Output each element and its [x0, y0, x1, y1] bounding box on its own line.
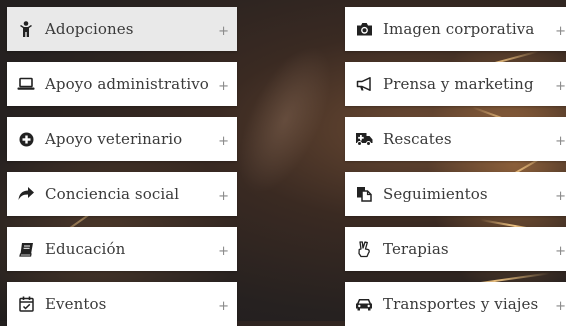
category-label: Terapias — [383, 240, 449, 258]
category-label: Apoyo administrativo — [45, 75, 209, 93]
camera-icon — [355, 20, 373, 38]
category-eventos[interactable]: Eventos + — [7, 282, 237, 326]
category-label: Conciencia social — [45, 185, 180, 203]
expand-plus-icon[interactable]: + — [218, 24, 229, 39]
copy-document-icon — [355, 185, 373, 203]
plus-circle-icon — [17, 130, 35, 148]
category-conciencia-social[interactable]: Conciencia social + — [7, 172, 237, 216]
category-label: Seguimientos — [383, 185, 488, 203]
expand-plus-icon[interactable]: + — [218, 134, 229, 149]
expand-plus-icon[interactable]: + — [218, 189, 229, 204]
peace-hand-icon — [355, 240, 373, 258]
calendar-check-icon — [17, 295, 35, 313]
category-label: Eventos — [45, 295, 107, 313]
bullhorn-icon — [355, 75, 373, 93]
category-terapias[interactable]: Terapias + — [345, 227, 566, 271]
category-label: Rescates — [383, 130, 452, 148]
category-apoyo-administrativo[interactable]: Apoyo administrativo + — [7, 62, 237, 106]
category-label: Imagen corporativa — [383, 20, 535, 38]
category-apoyo-veterinario[interactable]: Apoyo veterinario + — [7, 117, 237, 161]
car-icon — [355, 295, 373, 313]
category-label: Prensa y marketing — [383, 75, 534, 93]
laptop-icon — [17, 75, 35, 93]
expand-plus-icon[interactable]: + — [555, 299, 566, 314]
share-arrow-icon — [17, 185, 35, 203]
expand-plus-icon[interactable]: + — [555, 134, 566, 149]
category-label: Adopciones — [45, 20, 134, 38]
expand-plus-icon[interactable]: + — [218, 244, 229, 259]
category-prensa-y-marketing[interactable]: Prensa y marketing + — [345, 62, 566, 106]
expand-plus-icon[interactable]: + — [218, 299, 229, 314]
expand-plus-icon[interactable]: + — [218, 79, 229, 94]
category-label: Educación — [45, 240, 126, 258]
category-label: Transportes y viajes — [383, 295, 539, 313]
book-icon — [17, 240, 35, 258]
child-icon — [17, 20, 35, 38]
category-label: Apoyo veterinario — [45, 130, 183, 148]
category-educacion[interactable]: Educación + — [7, 227, 237, 271]
category-transportes-y-viajes[interactable]: Transportes y viajes + — [345, 282, 566, 326]
expand-plus-icon[interactable]: + — [555, 24, 566, 39]
expand-plus-icon[interactable]: + — [555, 189, 566, 204]
category-seguimientos[interactable]: Seguimientos + — [345, 172, 566, 216]
category-adopciones[interactable]: Adopciones + — [7, 7, 237, 51]
ambulance-icon — [355, 130, 373, 148]
expand-plus-icon[interactable]: + — [555, 244, 566, 259]
expand-plus-icon[interactable]: + — [555, 79, 566, 94]
category-imagen-corporativa[interactable]: Imagen corporativa + — [345, 7, 566, 51]
category-rescates[interactable]: Rescates + — [345, 117, 566, 161]
